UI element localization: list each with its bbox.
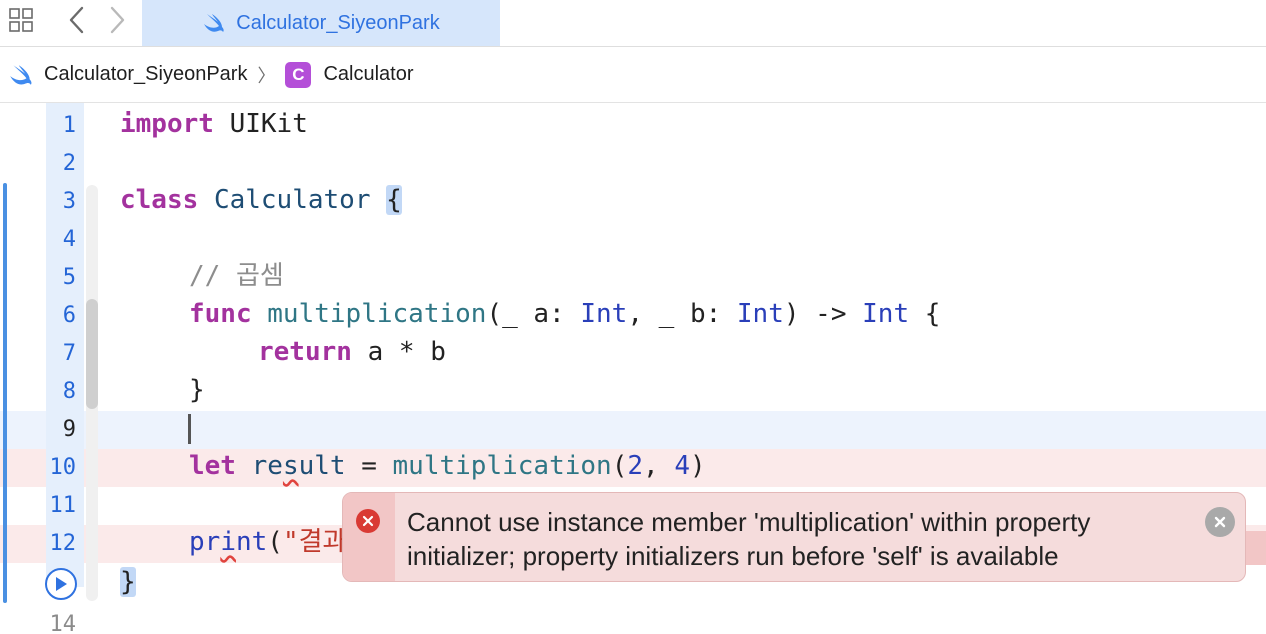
keyword: class bbox=[120, 185, 199, 215]
run-icon[interactable] bbox=[45, 568, 77, 600]
breadcrumb-separator: 〉 bbox=[257, 65, 276, 86]
line-number: 2 bbox=[62, 151, 76, 176]
error-gutter bbox=[343, 493, 395, 581]
line-number: 11 bbox=[49, 493, 77, 518]
chevron-left-icon[interactable] bbox=[62, 0, 92, 40]
line-number: 3 bbox=[62, 189, 76, 214]
keyword: return bbox=[258, 337, 352, 367]
class-c-icon: C bbox=[285, 61, 312, 88]
code-folding-region[interactable] bbox=[86, 299, 98, 409]
keyword: import bbox=[120, 109, 214, 139]
code-line-6: func multiplication(_ a: Int, _ b: Int) … bbox=[189, 295, 940, 333]
brace-match: } bbox=[120, 567, 136, 597]
line-number: 1 bbox=[62, 113, 76, 138]
line-number: 12 bbox=[49, 531, 77, 556]
variable-name: result bbox=[251, 451, 346, 481]
brace-match: { bbox=[386, 185, 402, 215]
number-literal: 2 bbox=[627, 451, 643, 481]
code-text: ) -> bbox=[783, 299, 863, 329]
breadcrumb-file[interactable]: Calculator bbox=[323, 63, 413, 86]
function-name: multiplication bbox=[392, 451, 612, 481]
breadcrumb: Calculator_SiyeonPark 〉 C Calculator bbox=[0, 47, 1266, 103]
function-name: multiplication bbox=[267, 299, 487, 329]
code-text: , _ b: bbox=[627, 299, 737, 329]
line-number: 6 bbox=[62, 303, 76, 328]
line-number: 14 bbox=[49, 612, 77, 634]
line-number: 7 bbox=[62, 341, 76, 366]
grid-icon[interactable] bbox=[6, 0, 36, 40]
close-icon[interactable] bbox=[1205, 507, 1235, 537]
line-number: 9 bbox=[62, 417, 76, 442]
text-cursor bbox=[188, 414, 191, 444]
code-line-12: print("결과 bbox=[189, 523, 346, 561]
code-line-7: return a * b bbox=[258, 333, 446, 371]
swift-icon bbox=[8, 63, 34, 87]
code-line-3: class Calculator { bbox=[120, 181, 402, 219]
code-line-5: // 곱셈 bbox=[189, 257, 284, 295]
error-message: Cannot use instance member 'multiplicati… bbox=[407, 507, 1091, 571]
line-number: 5 bbox=[62, 265, 76, 290]
chevron-right-icon[interactable] bbox=[102, 0, 132, 40]
code-text: ) bbox=[689, 451, 706, 481]
error-squiggle: s bbox=[282, 451, 299, 481]
code-line-13: } bbox=[120, 563, 136, 601]
code-text: UIKit bbox=[213, 109, 308, 139]
line-number: 10 bbox=[49, 455, 77, 480]
number-literal: 4 bbox=[674, 451, 690, 481]
error-line-marker bbox=[1246, 531, 1266, 565]
code-text: } bbox=[189, 375, 205, 405]
tab-calculator-siyeonpark[interactable]: Calculator_SiyeonPark bbox=[142, 0, 500, 46]
line-number: 8 bbox=[62, 379, 76, 404]
code-line-1: import UIKit bbox=[120, 105, 308, 143]
code-editor[interactable]: 1 2 3 4 5 6 7 8 9 10 11 12 14 import UIK… bbox=[0, 103, 1266, 634]
change-indicator bbox=[3, 183, 7, 603]
tab-bar: Calculator_SiyeonPark bbox=[0, 0, 1266, 47]
code-text: ( bbox=[611, 451, 628, 481]
type-name: Int bbox=[862, 299, 910, 329]
comment: // 곱셈 bbox=[189, 261, 284, 291]
keyword: let bbox=[189, 451, 236, 481]
type-name: Int bbox=[736, 299, 784, 329]
type-name: Int bbox=[580, 299, 628, 329]
class-name: Calculator bbox=[213, 185, 371, 215]
tab-label: Calculator_SiyeonPark bbox=[236, 11, 440, 34]
code-line-8: } bbox=[189, 371, 205, 409]
function-name: print bbox=[189, 527, 268, 557]
code-text: , bbox=[643, 451, 675, 481]
code-text: = bbox=[345, 451, 393, 481]
line-number: 4 bbox=[62, 227, 76, 252]
code-text: a * b bbox=[351, 337, 446, 367]
string-literal: "결과 bbox=[282, 527, 347, 557]
error-squiggle: i bbox=[220, 527, 236, 557]
error-icon bbox=[356, 509, 380, 533]
breadcrumb-project[interactable]: Calculator_SiyeonPark bbox=[44, 63, 247, 86]
keyword: func bbox=[189, 299, 252, 329]
code-text: (_ a: bbox=[486, 299, 581, 329]
code-text: ( bbox=[267, 527, 283, 557]
error-bubble[interactable]: Cannot use instance member 'multiplicati… bbox=[342, 492, 1246, 582]
code-text: { bbox=[909, 299, 941, 329]
code-line-10: let result = multiplication(2, 4) bbox=[189, 447, 706, 485]
swift-icon bbox=[202, 12, 226, 34]
